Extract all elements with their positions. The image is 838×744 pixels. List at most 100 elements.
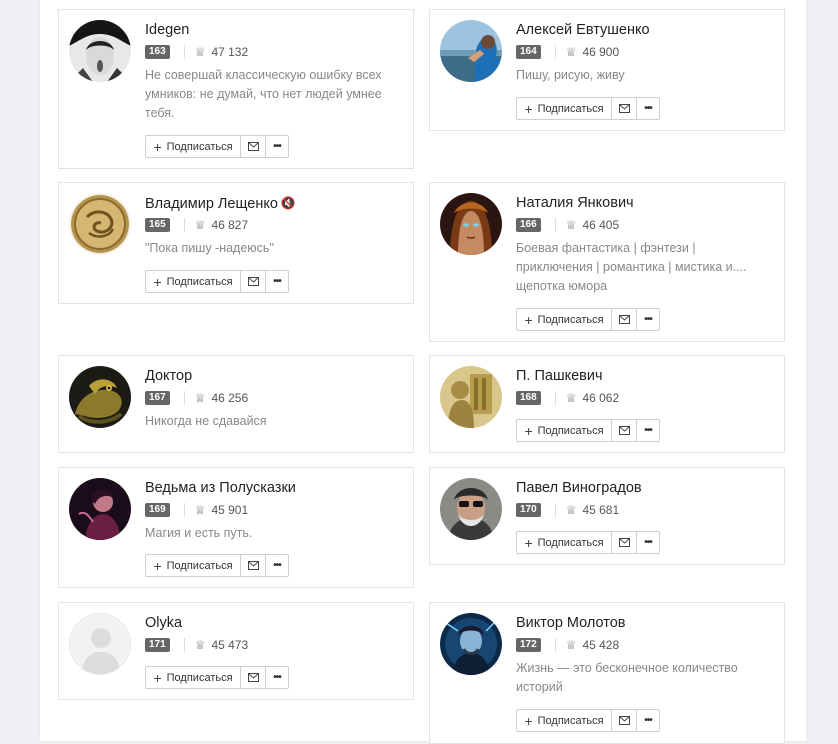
author-avatar[interactable] xyxy=(440,478,502,540)
crown-icon: ♕ xyxy=(565,391,577,405)
message-button[interactable] xyxy=(612,98,637,119)
crown-icon: ♕ xyxy=(565,503,577,517)
author-bio: Жизнь — это бесконечное количество истор… xyxy=(516,661,738,694)
more-button[interactable]: ••• xyxy=(266,667,288,688)
divider xyxy=(183,638,185,652)
ellipsis-icon: ••• xyxy=(644,715,652,726)
subscribe-button[interactable]: + Подписаться xyxy=(146,136,241,157)
ellipsis-icon: ••• xyxy=(273,141,281,152)
author-name[interactable]: Алексей Евтушенко xyxy=(516,20,776,40)
author-avatar[interactable] xyxy=(440,366,502,428)
subscribe-button[interactable]: + Подписаться xyxy=(146,667,241,688)
envelope-icon xyxy=(247,142,259,151)
author-meta: 167 ♕ 46 256 xyxy=(145,390,405,406)
more-button[interactable]: ••• xyxy=(637,710,659,731)
author-card: Виктор Молотов 172 ♕ 45 428 Жизнь — это … xyxy=(429,602,785,744)
ellipsis-icon: ••• xyxy=(644,537,652,548)
author-name[interactable]: П. Пашкевич xyxy=(516,366,776,386)
action-group: + Подписаться ••• xyxy=(516,419,660,442)
rating-value: 46 827 xyxy=(211,218,249,232)
author-name[interactable]: Olyka xyxy=(145,613,405,633)
author-card: Павел Виноградов 170 ♕ 45 681 + Подписать… xyxy=(429,467,785,565)
rank-badge: 172 xyxy=(516,638,541,652)
plus-icon: + xyxy=(153,138,162,155)
subscribe-button[interactable]: + Подписаться xyxy=(146,271,241,292)
rating-value: 46 405 xyxy=(582,218,620,232)
author-card: П. Пашкевич 168 ♕ 46 062 + Подписаться ••… xyxy=(429,355,785,453)
rank-badge: 166 xyxy=(516,218,541,232)
subscribe-button[interactable]: + Подписаться xyxy=(517,532,612,553)
author-meta: 172 ♕ 45 428 xyxy=(516,637,776,653)
more-button[interactable]: ••• xyxy=(637,420,659,441)
message-button[interactable] xyxy=(612,309,637,330)
author-meta: 169 ♕ 45 901 xyxy=(145,502,405,518)
plus-icon: + xyxy=(524,100,533,117)
author-name[interactable]: Ведьма из Полусказки xyxy=(145,478,405,498)
more-button[interactable]: ••• xyxy=(637,532,659,553)
divider xyxy=(183,391,185,405)
rank-badge: 168 xyxy=(516,391,541,405)
rating-value: 45 473 xyxy=(211,638,249,652)
envelope-icon xyxy=(618,716,630,725)
author-name[interactable]: Доктор xyxy=(145,366,405,386)
message-button[interactable] xyxy=(612,532,637,553)
ellipsis-icon: ••• xyxy=(644,425,652,436)
message-button[interactable] xyxy=(241,555,266,576)
author-avatar[interactable] xyxy=(440,193,502,255)
rating-value: 45 428 xyxy=(582,638,620,652)
plus-icon: + xyxy=(153,669,162,686)
divider xyxy=(554,638,556,652)
envelope-icon xyxy=(247,277,259,286)
envelope-icon xyxy=(618,426,630,435)
ellipsis-icon: ••• xyxy=(273,672,281,683)
author-info: Виктор Молотов 172 ♕ 45 428 Жизнь — это … xyxy=(516,613,776,697)
message-button[interactable] xyxy=(241,136,266,157)
more-button[interactable]: ••• xyxy=(637,309,659,330)
author-name[interactable]: Владимир Лещенко 🔇 xyxy=(145,193,405,213)
more-button[interactable]: ••• xyxy=(266,555,288,576)
message-button[interactable] xyxy=(612,710,637,731)
subscribe-button[interactable]: + Подписаться xyxy=(146,555,241,576)
subscribe-button[interactable]: + Подписаться xyxy=(517,710,612,731)
author-name[interactable]: Виктор Молотов xyxy=(516,613,776,633)
more-button[interactable]: ••• xyxy=(266,136,288,157)
author-avatar[interactable] xyxy=(69,20,131,82)
author-meta: 166 ♕ 46 405 xyxy=(516,217,776,233)
author-meta: 163 ♕ 47 132 xyxy=(145,44,405,60)
more-button[interactable]: ••• xyxy=(637,98,659,119)
more-button[interactable]: ••• xyxy=(266,271,288,292)
subscribe-button[interactable]: + Подписаться xyxy=(517,309,612,330)
author-name[interactable]: Idegen xyxy=(145,20,405,40)
author-avatar[interactable] xyxy=(69,613,131,675)
message-button[interactable] xyxy=(241,271,266,292)
plus-icon: + xyxy=(153,557,162,574)
rank-badge: 171 xyxy=(145,638,170,652)
author-avatar[interactable] xyxy=(440,20,502,82)
message-button[interactable] xyxy=(241,667,266,688)
message-button[interactable] xyxy=(612,420,637,441)
subscribe-button[interactable]: + Подписаться xyxy=(517,98,612,119)
author-info: Павел Виноградов 170 ♕ 45 681 xyxy=(516,478,776,518)
author-info: П. Пашкевич 168 ♕ 46 062 xyxy=(516,366,776,406)
author-avatar[interactable] xyxy=(69,478,131,540)
rating-value: 45 681 xyxy=(582,503,620,517)
author-name[interactable]: Наталия Янкович xyxy=(516,193,776,213)
subscribe-button[interactable]: + Подписаться xyxy=(517,420,612,441)
action-group: + Подписаться ••• xyxy=(145,270,289,293)
author-avatar[interactable] xyxy=(69,366,131,428)
author-info: Ведьма из Полусказки 169 ♕ 45 901 Магия … xyxy=(145,478,405,543)
author-avatar[interactable] xyxy=(440,613,502,675)
author-avatar[interactable] xyxy=(69,193,131,255)
author-name[interactable]: Павел Виноградов xyxy=(516,478,776,498)
ellipsis-icon: ••• xyxy=(644,314,652,325)
author-info: Алексей Евтушенко 164 ♕ 46 900 Пишу, рис… xyxy=(516,20,776,85)
author-meta: 164 ♕ 46 900 xyxy=(516,44,776,60)
plus-icon: + xyxy=(153,273,162,290)
envelope-icon xyxy=(618,315,630,324)
author-bio: Пишу, рисую, живу xyxy=(516,68,625,82)
action-group: + Подписаться ••• xyxy=(145,135,289,158)
author-meta: 171 ♕ 45 473 xyxy=(145,637,405,653)
crown-icon: ♕ xyxy=(194,45,206,59)
crown-icon: ♕ xyxy=(194,218,206,232)
ellipsis-icon: ••• xyxy=(273,276,281,287)
